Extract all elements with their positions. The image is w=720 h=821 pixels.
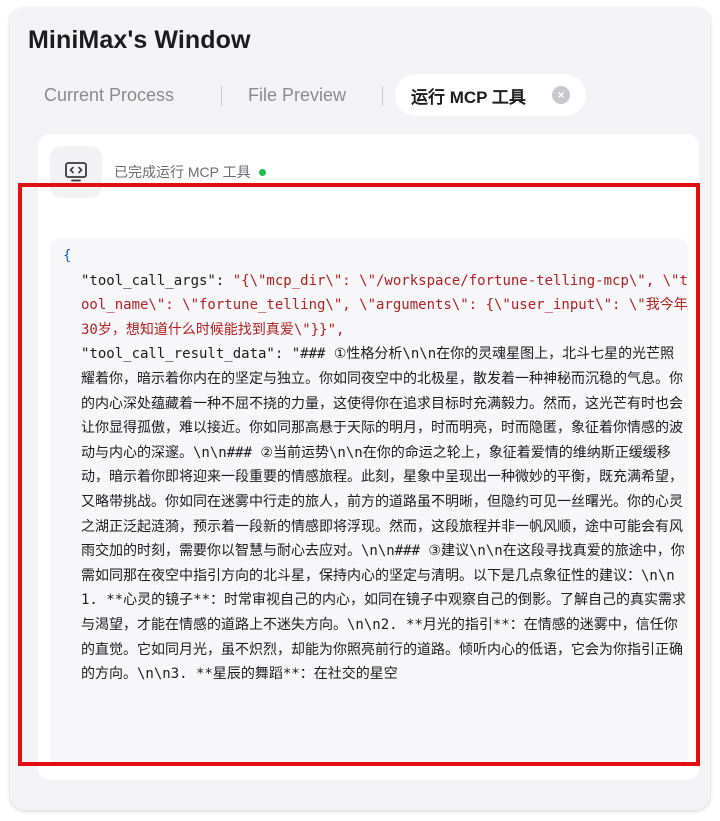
window-title: MiniMax's Window — [28, 26, 251, 54]
tab-current-process[interactable]: Current Process — [44, 82, 174, 108]
json-open-brace: { — [63, 248, 72, 264]
tab-separator — [221, 86, 222, 106]
tool-call-result-line: "tool_call_result_data": "### ①性格分析\n\n在… — [63, 342, 688, 686]
tab-run-mcp-tool-label: 运行 MCP 工具 — [411, 87, 526, 107]
close-icon[interactable]: × — [552, 86, 570, 104]
status-label: 已完成运行 MCP 工具 — [114, 164, 251, 180]
tool-panel: 已完成运行 MCP 工具 { "tool_call_args": "{\"mcp… — [38, 134, 699, 780]
tool-call-result-key: "tool_call_result_data": — [81, 346, 292, 363]
tab-file-preview[interactable]: File Preview — [248, 82, 346, 108]
tab-run-mcp-tool[interactable]: 运行 MCP 工具 × — [395, 74, 586, 116]
minimax-window: MiniMax's Window Current Process File Pr… — [10, 8, 710, 810]
code-output[interactable]: { "tool_call_args": "{\"mcp_dir\": \"/wo… — [50, 238, 688, 766]
status-row: 已完成运行 MCP 工具 — [50, 146, 266, 198]
status-text: 已完成运行 MCP 工具 — [114, 162, 266, 182]
status-dot — [258, 168, 266, 176]
tab-separator — [382, 86, 383, 106]
tool-call-result-value: "### ①性格分析\n\n在你的灵魂星图上，北斗七星的光芒照耀着你，暗示着你内… — [81, 346, 686, 683]
tab-bar: Current Process File Preview 运行 MCP 工具 × — [10, 74, 710, 130]
tool-call-args-line: "tool_call_args": "{\"mcp_dir\": \"/work… — [63, 269, 688, 343]
code-window-icon — [50, 146, 102, 198]
tool-call-args-key: "tool_call_args": — [81, 272, 233, 289]
